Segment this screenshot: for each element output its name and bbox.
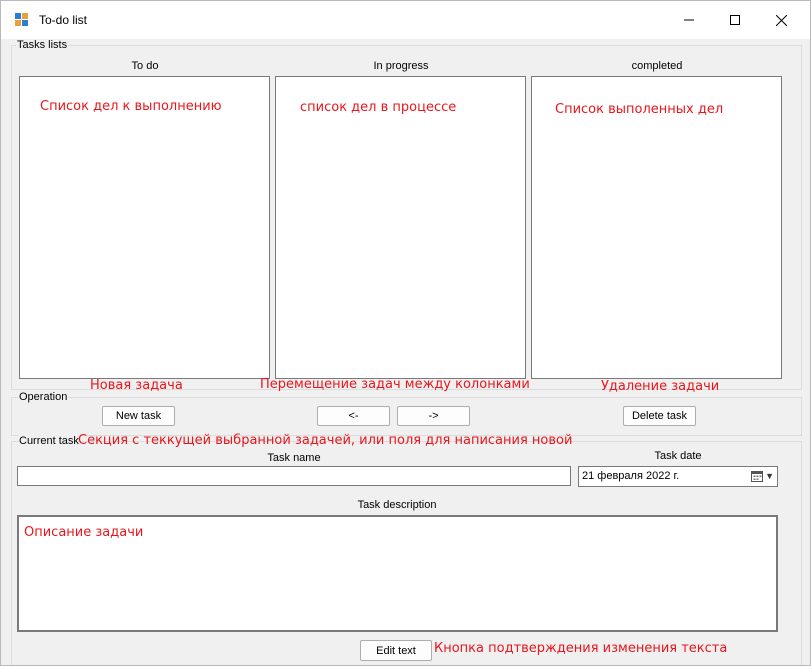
- operation-label: Operation: [18, 391, 69, 403]
- new-task-annotation: Новая задача: [90, 378, 183, 393]
- close-icon: [775, 14, 787, 26]
- task-date-value: 21 февраля 2022 г.: [582, 470, 680, 482]
- close-button[interactable]: [758, 1, 804, 39]
- todo-column-label: To do: [131, 60, 159, 72]
- in-progress-listbox[interactable]: [275, 76, 526, 379]
- completed-column-label: completed: [631, 60, 683, 72]
- minimize-icon: [684, 19, 694, 21]
- completed-listbox[interactable]: [531, 76, 782, 379]
- current-task-label: Current task: [18, 435, 80, 447]
- minimize-button[interactable]: [666, 1, 712, 39]
- move-left-button[interactable]: <-: [317, 406, 390, 426]
- task-name-label: Task name: [267, 452, 321, 464]
- delete-task-annotation: Удаление задачи: [601, 379, 720, 394]
- tasks-lists-label: Tasks lists: [16, 39, 69, 51]
- move-right-button[interactable]: ->: [397, 406, 470, 426]
- app-window: To-do list Tasks lists To do In progress…: [0, 0, 811, 666]
- task-name-input[interactable]: [17, 466, 571, 486]
- task-description-label: Task description: [357, 499, 437, 511]
- title-bar: To-do list: [1, 1, 810, 39]
- delete-task-button[interactable]: Delete task: [623, 406, 696, 426]
- task-date-label: Task date: [654, 450, 702, 462]
- todo-listbox[interactable]: [19, 76, 270, 379]
- completed-annotation: Список выполенных дел: [555, 102, 724, 117]
- edit-text-button[interactable]: Edit text: [360, 640, 432, 661]
- move-tasks-annotation: Перемещение задач между колонками: [260, 377, 530, 392]
- app-icon: [15, 13, 28, 26]
- todo-annotation: Список дел к выполнению: [40, 99, 222, 114]
- calendar-icon: [751, 471, 763, 482]
- description-annotation: Описание задачи: [24, 525, 144, 540]
- in-progress-column-label: In progress: [373, 60, 429, 72]
- maximize-button[interactable]: [712, 1, 758, 39]
- maximize-icon: [730, 15, 740, 25]
- edit-text-annotation: Кнопка подтверждения изменения текста: [434, 641, 728, 656]
- in-progress-annotation: список дел в процессе: [300, 100, 457, 115]
- new-task-button[interactable]: New task: [102, 406, 175, 426]
- current-task-annotation: Секция с теккущей выбранной задачей, или…: [78, 433, 573, 448]
- window-title: To-do list: [39, 13, 88, 27]
- task-date-picker[interactable]: 21 февраля 2022 г. ▼: [578, 466, 778, 487]
- dropdown-arrow-icon: ▼: [765, 471, 774, 481]
